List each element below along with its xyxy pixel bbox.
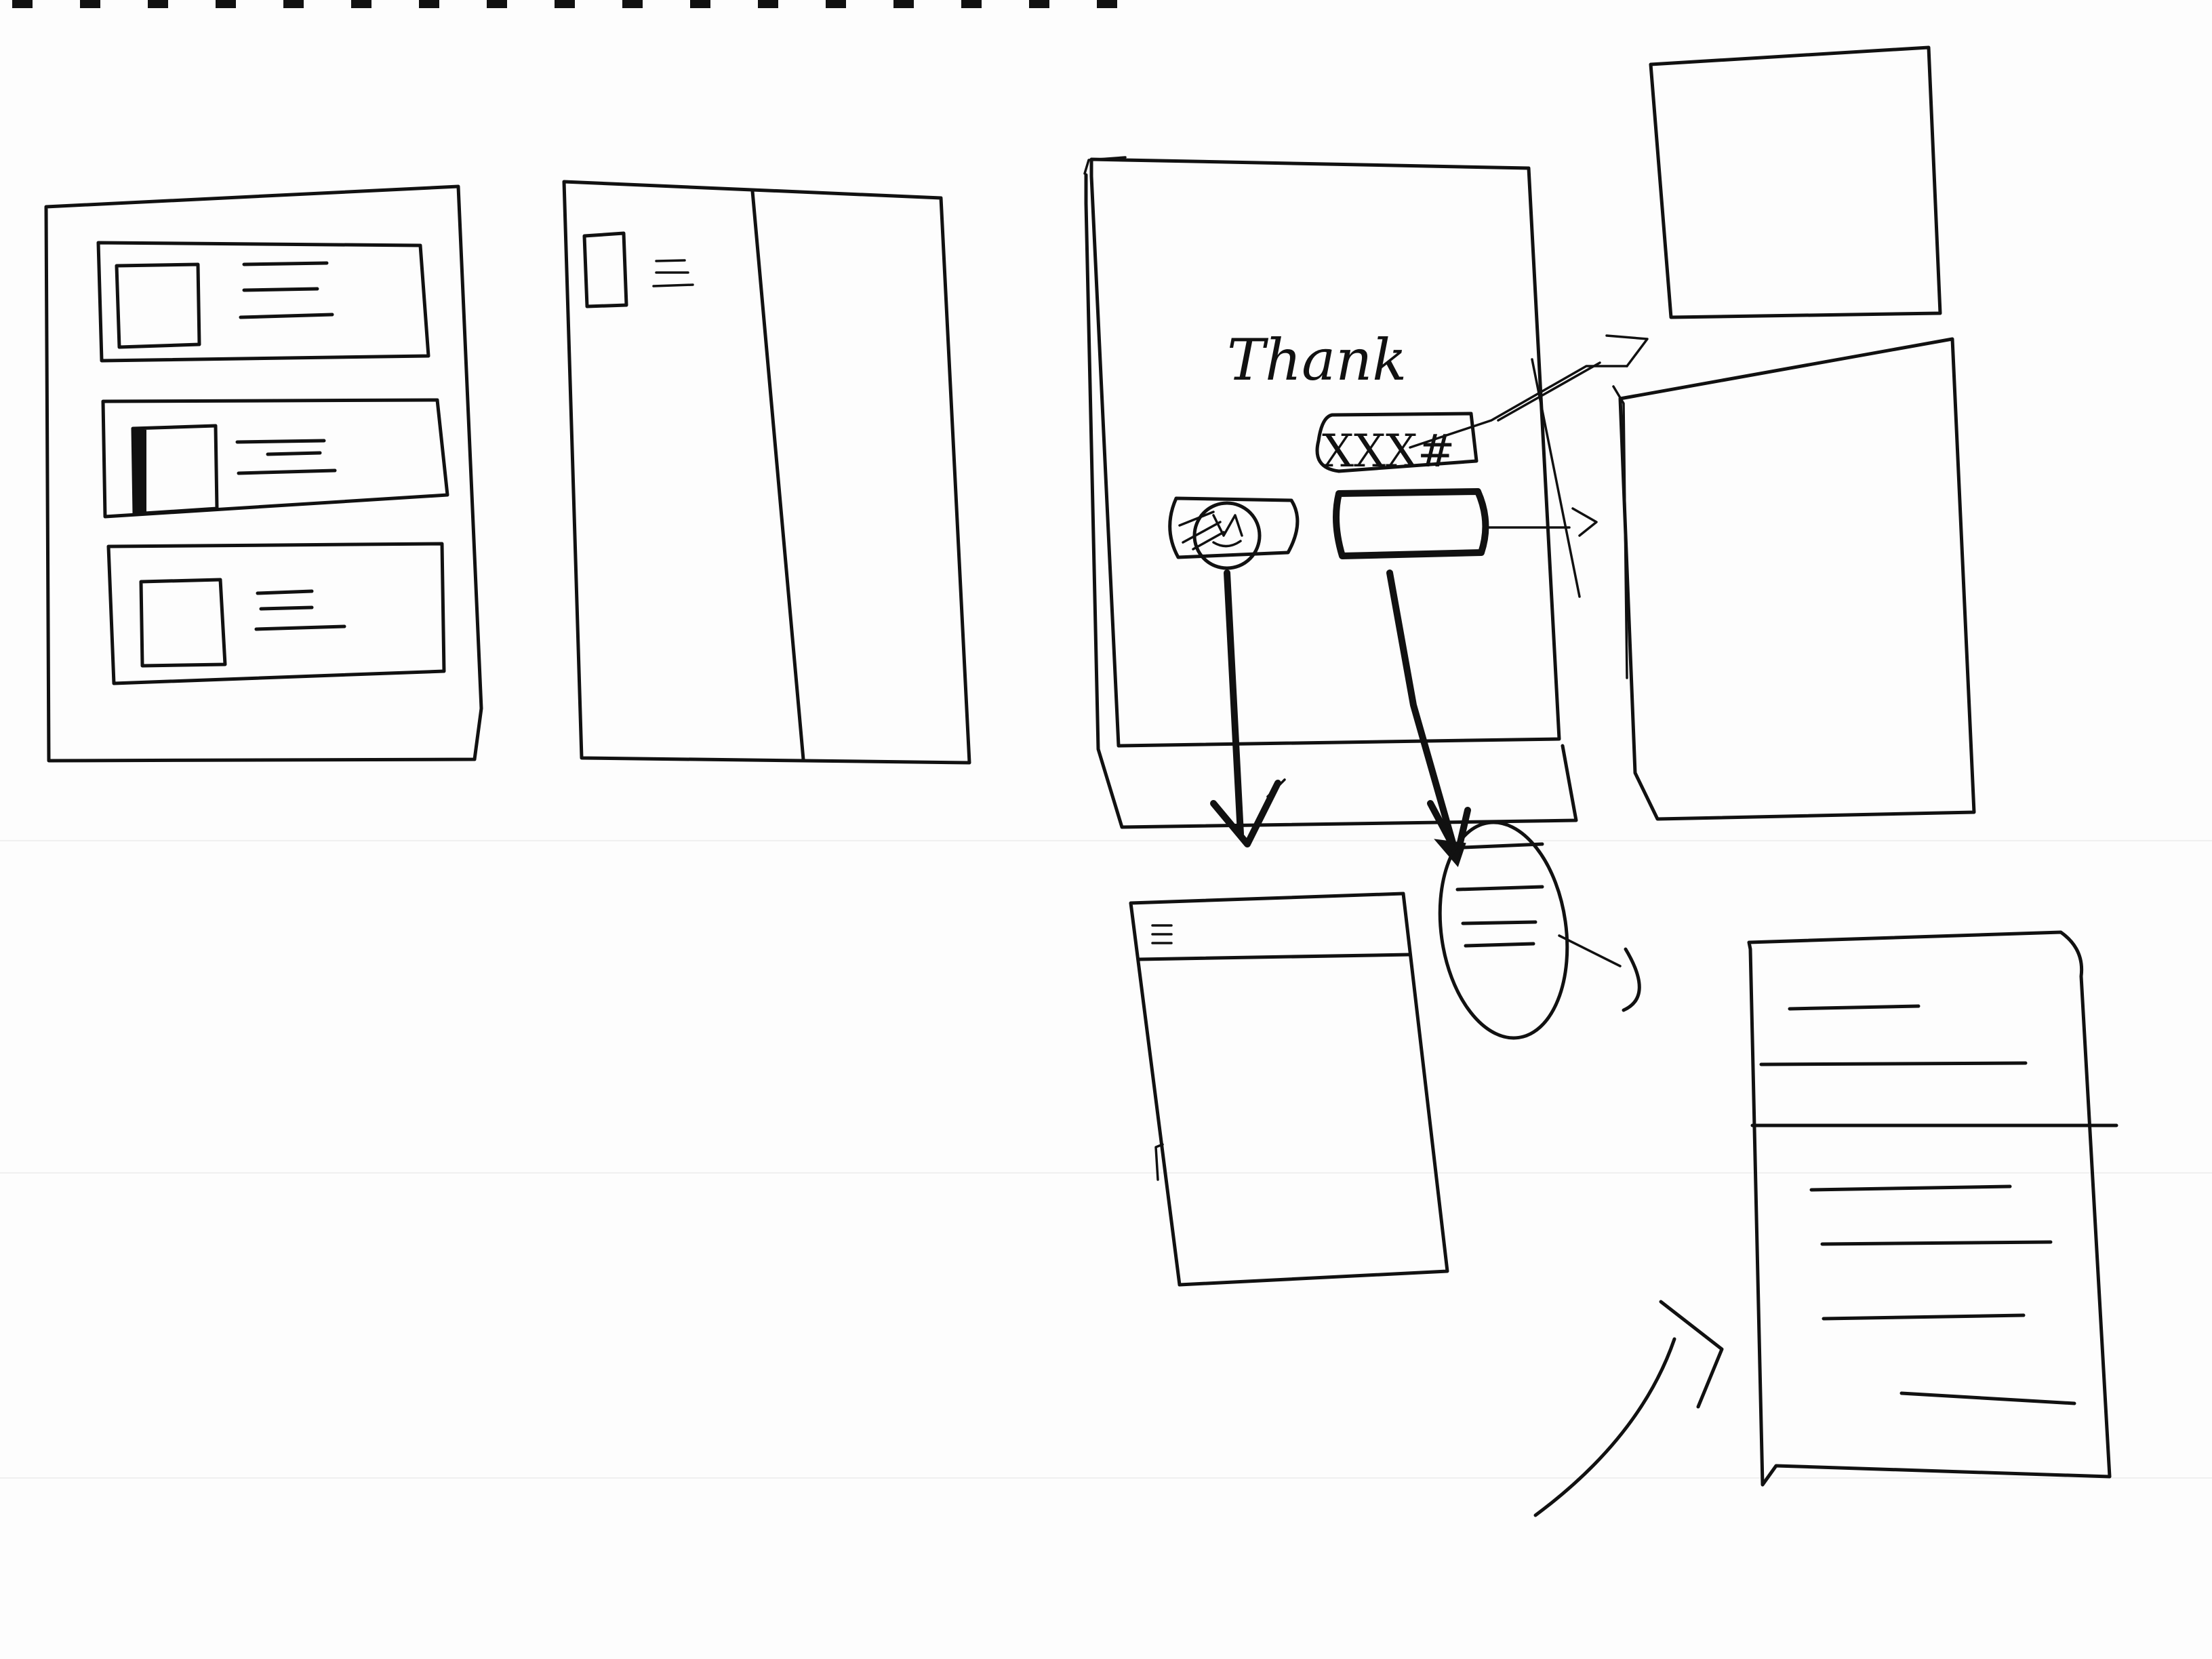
frame-split-screen — [562, 180, 971, 765]
list-card-2 — [101, 398, 449, 519]
thank-you-heading: Thank — [1227, 327, 1407, 393]
list-card-1 — [96, 241, 430, 363]
arrow-to-detail-screen — [1487, 507, 1598, 537]
frame-order-details-top — [1649, 45, 1942, 319]
wireframe-sketch: Thank XXX# — [0, 0, 2212, 1517]
frame-menu-screen — [1129, 892, 1449, 1287]
arrow-left-button-down — [1210, 569, 1286, 847]
order-number-label: XXX# — [1322, 425, 1455, 477]
arrow-to-settings-list — [1533, 1300, 1724, 1517]
frame-settings-list — [1747, 930, 2118, 1487]
list-card-3 — [106, 542, 446, 685]
paper-grid — [0, 840, 2212, 1479]
binding-holes — [12, 0, 1117, 8]
card-thumbnail — [139, 578, 227, 668]
frame-thank-you-screen — [1083, 156, 1578, 829]
right-primary-button[interactable] — [1333, 488, 1489, 559]
left-action-button[interactable] — [1168, 496, 1300, 570]
frame-order-details — [1612, 337, 1976, 821]
frame-list-screen — [44, 184, 483, 763]
card-thumbnail — [115, 262, 201, 349]
sidebar-thumbnail — [582, 231, 628, 308]
